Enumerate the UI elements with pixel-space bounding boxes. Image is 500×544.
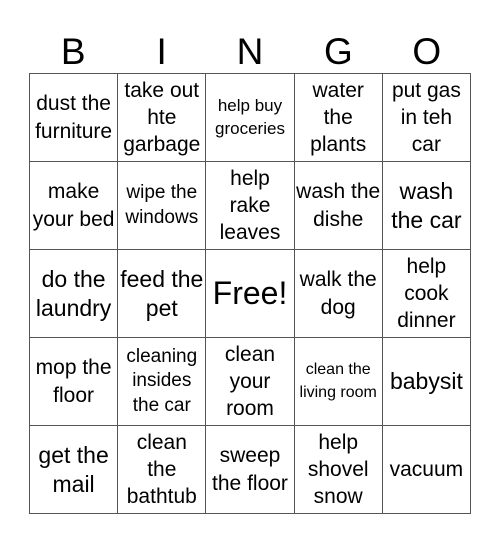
- bingo-cell[interactable]: help buy groceries: [206, 74, 295, 162]
- header-letter-i: I: [156, 31, 167, 72]
- bingo-cell[interactable]: take out hte garbage: [118, 74, 207, 162]
- bingo-board: dust the furniture take out hte garbage …: [29, 73, 471, 514]
- bingo-cell[interactable]: sweep the floor: [206, 426, 295, 514]
- bingo-cell[interactable]: walk the dog: [294, 250, 383, 338]
- header-letter-n: N: [236, 31, 264, 72]
- bingo-cell[interactable]: dust the furniture: [30, 74, 119, 162]
- bingo-cell[interactable]: clean the bathtub: [118, 426, 207, 514]
- bingo-cell[interactable]: feed the pet: [118, 250, 207, 338]
- bingo-cell[interactable]: wash the car: [382, 162, 471, 250]
- bingo-cell[interactable]: cleaning insides the car: [118, 338, 207, 426]
- header-letter-o: O: [412, 31, 442, 72]
- bingo-cell[interactable]: clean your room: [206, 338, 295, 426]
- free-space-cell[interactable]: Free!: [206, 250, 295, 338]
- bingo-cell[interactable]: mop the floor: [30, 338, 119, 426]
- bingo-cell[interactable]: babysit: [382, 338, 471, 426]
- bingo-cell[interactable]: water the plants: [294, 74, 383, 162]
- bingo-cell[interactable]: make your bed: [30, 162, 119, 250]
- bingo-cell[interactable]: wipe the windows: [118, 162, 207, 250]
- header-letter-b: B: [60, 31, 86, 72]
- bingo-header: B I N G O: [29, 30, 471, 73]
- bingo-cell[interactable]: put gas in teh car: [382, 74, 471, 162]
- bingo-cell[interactable]: help rake leaves: [206, 162, 295, 250]
- bingo-cell[interactable]: get the mail: [30, 426, 119, 514]
- bingo-cell[interactable]: help shovel snow: [294, 426, 383, 514]
- bingo-cell[interactable]: help cook dinner: [382, 250, 471, 338]
- bingo-cell[interactable]: vacuum: [382, 426, 471, 514]
- header-letter-g: G: [324, 31, 353, 72]
- bingo-cell[interactable]: wash the dishe: [294, 162, 383, 250]
- bingo-cell[interactable]: clean the living room: [294, 338, 383, 426]
- bingo-cell[interactable]: do the laundry: [30, 250, 119, 338]
